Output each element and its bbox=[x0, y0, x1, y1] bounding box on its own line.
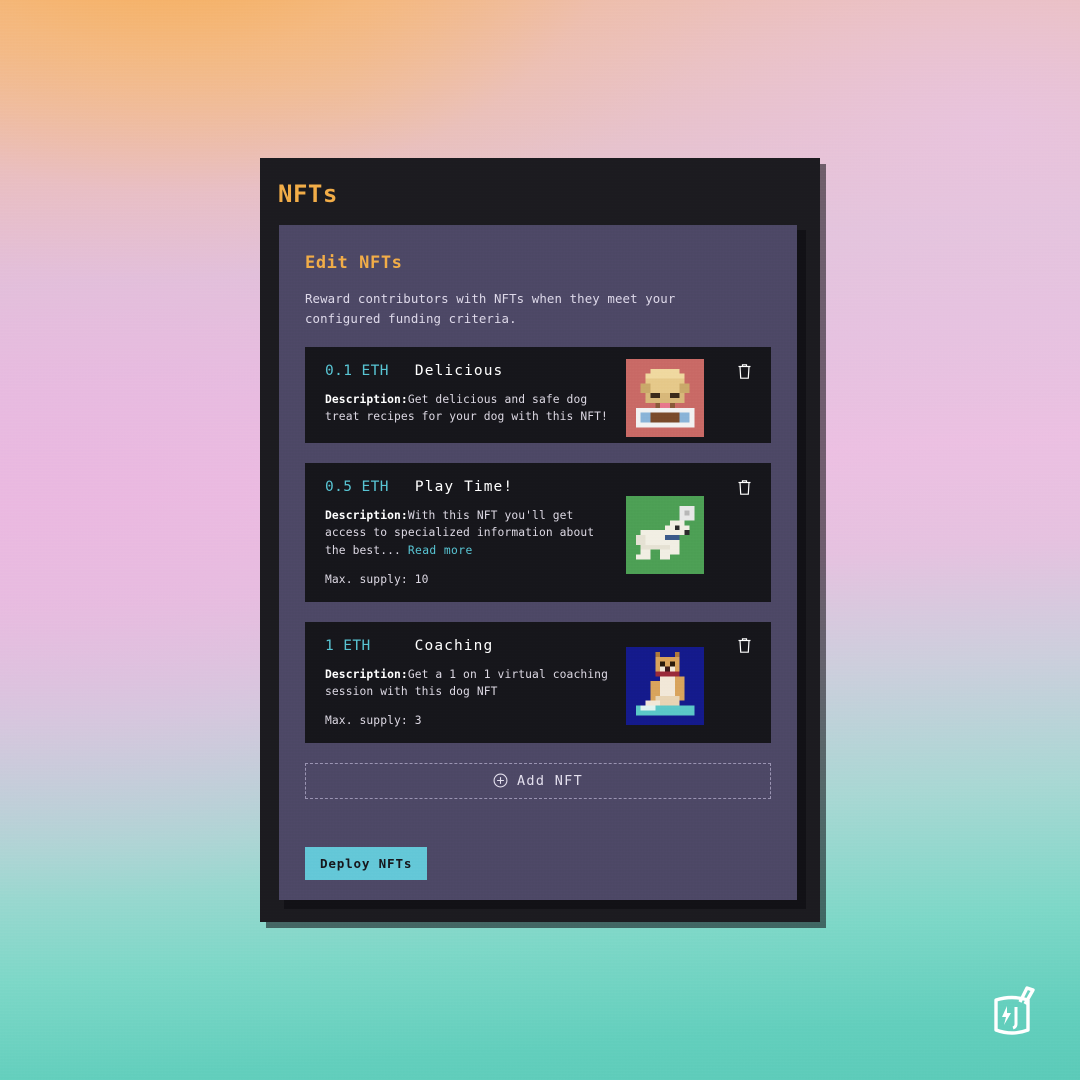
add-nft-button[interactable]: Add NFT bbox=[305, 762, 771, 799]
panel-title: Edit NFTs bbox=[305, 253, 403, 273]
nft-thumbnail-coaching[interactable] bbox=[626, 646, 704, 725]
nft-body: Description:With this NFT you'll get acc… bbox=[325, 507, 615, 585]
pixel-dog-running-image bbox=[626, 496, 704, 575]
nft-description: Description:Get delicious and safe dog t… bbox=[325, 391, 615, 425]
nft-card[interactable]: 0.5 ETH Play Time! Description:With this… bbox=[305, 463, 771, 602]
deploy-nfts-button[interactable]: Deploy NFTs bbox=[305, 846, 428, 880]
delete-nft-button[interactable] bbox=[733, 476, 755, 498]
juicebox-logo-icon bbox=[994, 986, 1035, 1035]
nft-description: Description:With this NFT you'll get acc… bbox=[325, 507, 615, 558]
nft-thumbnail-play-time[interactable] bbox=[626, 496, 704, 575]
nft-max-supply: Max. supply: 3 bbox=[325, 713, 422, 727]
delete-nft-button[interactable] bbox=[733, 360, 755, 382]
nft-body: Description:Get a 1 on 1 virtual coachin… bbox=[325, 666, 615, 727]
edit-nfts-panel-wrapper: Edit NFTs Reward contributors with NFTs … bbox=[279, 225, 806, 909]
nft-name: Coaching bbox=[414, 637, 494, 654]
read-more-link[interactable]: Read more bbox=[408, 544, 473, 557]
edit-nfts-panel[interactable]: Edit NFTs Reward contributors with NFTs … bbox=[279, 225, 797, 900]
pixel-dog-sitting-image bbox=[626, 646, 704, 725]
nft-max-supply: Max. supply: 10 bbox=[325, 572, 429, 586]
nft-card[interactable]: 1 ETH Coaching Description:Get a 1 on 1 … bbox=[305, 621, 771, 743]
add-nft-label: Add NFT bbox=[517, 772, 583, 789]
plus-circle-icon bbox=[493, 773, 508, 788]
delete-nft-button[interactable] bbox=[733, 635, 755, 657]
nft-description: Description:Get a 1 on 1 virtual coachin… bbox=[325, 666, 615, 700]
nft-name: Play Time! bbox=[414, 479, 514, 496]
panel-description: Reward contributors with NFTs when they … bbox=[305, 291, 676, 327]
nft-description-label: Description: bbox=[325, 393, 408, 407]
trash-icon bbox=[738, 363, 750, 379]
nft-thumbnail-delicious[interactable] bbox=[626, 359, 704, 438]
juicebox-logo bbox=[980, 980, 1044, 1044]
nft-card[interactable]: 0.1 ETH Delicious Description:Get delici… bbox=[305, 347, 771, 444]
nfts-modal: NFTs Edit NFTs Reward contributors with … bbox=[260, 158, 820, 922]
page-title: NFTs bbox=[278, 180, 338, 208]
pixel-dog-pug-image bbox=[626, 359, 704, 438]
nft-name: Delicious bbox=[414, 363, 504, 380]
trash-icon bbox=[738, 479, 750, 495]
nft-price: 1 ETH bbox=[325, 637, 371, 654]
nft-price: 0.1 ETH bbox=[325, 363, 389, 380]
nft-description-label: Description: bbox=[325, 509, 408, 523]
nft-price: 0.5 ETH bbox=[325, 479, 389, 496]
nft-description-label: Description: bbox=[325, 667, 408, 681]
trash-icon bbox=[738, 638, 750, 653]
nft-header: 0.5 ETH Play Time! bbox=[325, 479, 753, 495]
nft-body: Description:Get delicious and safe dog t… bbox=[325, 391, 615, 425]
deploy-row: Deploy NFTs bbox=[305, 799, 771, 880]
